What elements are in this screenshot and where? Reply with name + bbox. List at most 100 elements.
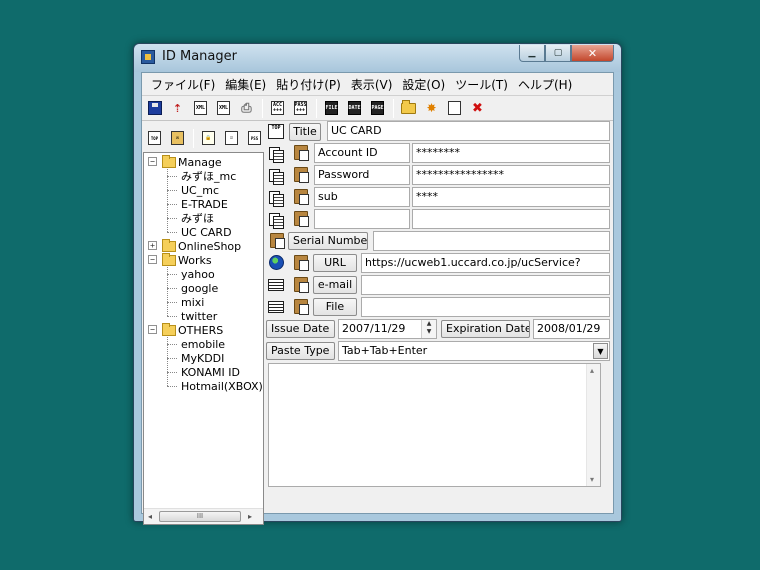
copy-icon[interactable] xyxy=(268,146,284,163)
delete-icon[interactable]: ✖ xyxy=(468,99,487,118)
email-button[interactable]: e-mail xyxy=(313,276,357,294)
tree-horizontal-scrollbar[interactable]: ◂ III ▸ xyxy=(144,508,263,524)
tree-group-node[interactable]: Works xyxy=(162,252,212,267)
tree-item[interactable]: Hotmail(XBOX) xyxy=(181,379,263,393)
item-tree[interactable]: − Manage みずほ_mc UC_mc E-TRADE みずほ UC CARD + Onli… xyxy=(143,152,264,525)
xml-export-icon[interactable]: XML xyxy=(191,99,210,118)
tree-top-icon[interactable]: TOP xyxy=(145,129,164,148)
close-button[interactable]: ✕ xyxy=(571,45,614,62)
tree-item[interactable]: mixi xyxy=(181,295,204,309)
menu-view[interactable]: 表示(V) xyxy=(346,73,398,94)
scroll-left-icon[interactable]: ◂ xyxy=(148,512,152,521)
globe-icon[interactable] xyxy=(269,255,284,270)
issue-date-input[interactable]: 2007/11/29 ▲ ▼ xyxy=(338,319,437,339)
tree-expander-icon[interactable]: − xyxy=(148,157,157,166)
new-item-icon[interactable]: ✸ xyxy=(422,99,441,118)
tree-item[interactable]: twitter xyxy=(181,309,217,323)
ftp-upload-icon[interactable]: ⇡ xyxy=(168,99,187,118)
tree-expander-icon[interactable]: + xyxy=(148,241,157,250)
paste-icon[interactable] xyxy=(270,233,285,249)
tree-group-node[interactable]: OnlineShop xyxy=(162,238,241,253)
copy-icon[interactable] xyxy=(268,168,284,185)
tree-item[interactable]: yahoo xyxy=(181,267,215,281)
url-input[interactable]: https://ucweb1.uccard.co.jp/ucService? xyxy=(361,253,610,273)
title-bar[interactable]: ID Manager ▁ ▢ ✕ xyxy=(134,44,621,72)
save-icon[interactable] xyxy=(145,99,164,118)
title-label-button[interactable]: Title xyxy=(289,123,321,141)
issue-date-button[interactable]: Issue Date xyxy=(266,320,335,338)
file-icon[interactable]: FILE xyxy=(322,99,341,118)
tree-lock-icon[interactable]: 🔒 xyxy=(199,129,218,148)
menu-file[interactable]: ファイル(F) xyxy=(146,73,220,94)
extra-name-field[interactable] xyxy=(314,209,410,229)
sub-name-field[interactable]: sub xyxy=(314,187,410,207)
url-button[interactable]: URL xyxy=(313,254,357,272)
menu-paste[interactable]: 貼り付け(P) xyxy=(271,73,346,94)
new-page-icon[interactable] xyxy=(445,99,464,118)
tree-link-icon[interactable]: ✉ xyxy=(168,129,187,148)
paste-icon[interactable] xyxy=(294,211,309,227)
paste-icon[interactable] xyxy=(294,189,309,205)
xml-import-icon[interactable]: XML xyxy=(214,99,233,118)
scroll-up-icon[interactable]: ▴ xyxy=(590,366,594,375)
paste-icon[interactable] xyxy=(294,145,309,161)
tree-item[interactable]: emobile xyxy=(181,337,225,351)
tree-group-node[interactable]: OTHERS xyxy=(162,322,223,337)
scroll-thumb[interactable]: III xyxy=(159,511,241,522)
tree-item[interactable]: MyKDDI xyxy=(181,351,224,365)
serial-number-input[interactable] xyxy=(373,231,610,251)
tree-item[interactable]: KONAMI ID xyxy=(181,365,240,379)
serial-number-button[interactable]: Serial Number xyxy=(288,232,368,250)
extra-value-field[interactable] xyxy=(412,209,610,229)
tree-item[interactable]: UC_mc xyxy=(181,183,219,197)
expiration-date-input[interactable]: 2008/01/29 xyxy=(533,319,610,339)
title-input[interactable]: UC CARD xyxy=(327,121,610,141)
file-button[interactable]: File xyxy=(313,298,357,316)
issue-date-spinner[interactable]: ▲ ▼ xyxy=(421,320,436,338)
scroll-right-icon[interactable]: ▸ xyxy=(248,512,252,521)
paste-icon[interactable] xyxy=(294,299,309,315)
tree-group-node[interactable]: Manage xyxy=(162,154,222,169)
email-input[interactable] xyxy=(361,275,610,295)
paste-type-button[interactable]: Paste Type xyxy=(266,342,335,360)
menu-tools[interactable]: ツール(T) xyxy=(450,73,513,94)
account-id-name-field[interactable]: Account ID xyxy=(314,143,410,163)
pass-paste-icon[interactable]: PASS +++ xyxy=(291,99,310,118)
file-input[interactable] xyxy=(361,297,610,317)
mail-icon[interactable] xyxy=(268,279,284,291)
tree-expander-icon[interactable]: − xyxy=(148,325,157,334)
tree-item[interactable]: みずほ xyxy=(181,211,214,225)
expiration-date-button[interactable]: Expiration Date xyxy=(441,320,530,338)
acc-paste-icon[interactable]: ACC +++ xyxy=(268,99,287,118)
password-value-field[interactable]: **************** xyxy=(412,165,610,185)
paste-type-select[interactable]: Tab+Tab+Enter ▼ xyxy=(338,341,610,361)
tree-item[interactable]: google xyxy=(181,281,218,295)
print-icon[interactable]: ⎙ xyxy=(237,99,256,118)
tree-item[interactable]: E-TRADE xyxy=(181,197,228,211)
menu-help[interactable]: ヘルプ(H) xyxy=(513,73,577,94)
tree-check-icon[interactable]: ☑ xyxy=(222,129,241,148)
notes-textarea[interactable]: ▴ ▾ xyxy=(268,363,601,487)
paste-icon[interactable] xyxy=(294,167,309,183)
page-icon[interactable]: PAGE xyxy=(368,99,387,118)
copy-icon[interactable] xyxy=(268,212,284,229)
scroll-down-icon[interactable]: ▾ xyxy=(590,475,594,484)
new-folder-icon[interactable] xyxy=(399,99,418,118)
account-id-value-field[interactable]: ******** xyxy=(412,143,610,163)
tree-pass-icon[interactable]: PSS xyxy=(245,129,264,148)
copy-icon[interactable] xyxy=(268,190,284,207)
notes-vertical-scrollbar[interactable]: ▴ ▾ xyxy=(586,364,600,486)
menu-settings[interactable]: 設定(O) xyxy=(397,73,450,94)
chevron-down-icon[interactable]: ▼ xyxy=(593,343,608,359)
minimize-button[interactable]: ▁ xyxy=(519,45,545,62)
password-name-field[interactable]: Password xyxy=(314,165,410,185)
menu-edit[interactable]: 編集(E) xyxy=(220,73,271,94)
paste-icon[interactable] xyxy=(294,255,309,271)
tree-expander-icon[interactable]: − xyxy=(148,255,157,264)
file-list-icon[interactable] xyxy=(268,301,284,313)
maximize-button[interactable]: ▢ xyxy=(545,45,571,62)
tree-item[interactable]: みずほ_mc xyxy=(181,169,236,183)
sub-value-field[interactable]: **** xyxy=(412,187,610,207)
paste-icon[interactable] xyxy=(294,277,309,293)
date-icon[interactable]: DATE xyxy=(345,99,364,118)
